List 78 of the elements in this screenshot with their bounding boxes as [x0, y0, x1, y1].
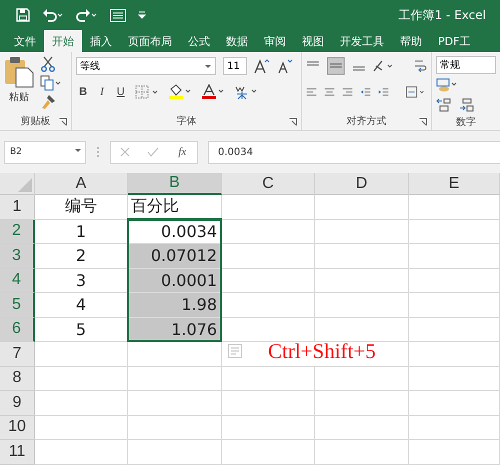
decrease-font-icon[interactable] [277, 58, 294, 74]
decrease-indent-icon[interactable] [360, 86, 372, 98]
table-cell: 0.0034 [128, 220, 222, 244]
dialog-launcher-icon[interactable] [419, 118, 427, 126]
name-box[interactable]: B2 [4, 140, 86, 164]
row-header[interactable]: 11 [0, 440, 35, 464]
align-right-icon[interactable] [342, 86, 354, 98]
insert-function-button[interactable]: fx [176, 146, 188, 158]
table-cell: 0.07012 [128, 244, 222, 268]
column-header[interactable]: B [128, 173, 222, 195]
ribbon-tab[interactable]: 文件 [6, 30, 44, 52]
align-left-icon[interactable] [306, 86, 318, 98]
italic-button[interactable]: I [97, 86, 107, 98]
align-middle-icon[interactable] [326, 57, 345, 75]
ribbon-tab[interactable]: PDF工 [430, 30, 478, 52]
group-label: 对齐方式 [346, 114, 386, 128]
ribbon-tab[interactable]: 公式 [180, 30, 218, 52]
dialog-launcher-icon[interactable] [59, 118, 68, 126]
row-header[interactable]: 9 [0, 391, 35, 416]
table-cell: 1.98 [128, 293, 222, 318]
format-painter-icon[interactable] [40, 94, 56, 110]
group-label: 数字 [456, 116, 476, 129]
ribbon-tab[interactable]: 审阅 [256, 30, 294, 52]
ribbon-tab[interactable]: 数据 [218, 30, 256, 52]
align-center-icon[interactable] [324, 86, 336, 98]
row-header[interactable]: 10 [0, 416, 35, 440]
group-label: 剪贴板 [20, 114, 51, 128]
undo-icon[interactable] [42, 8, 64, 22]
increase-font-icon[interactable] [254, 58, 270, 74]
row-header[interactable]: 5 [0, 293, 35, 318]
formula-field[interactable]: 0.0034 [208, 140, 500, 164]
customize-icon[interactable] [138, 11, 146, 19]
ribbon-tab[interactable]: 页面布局 [120, 30, 180, 52]
increase-indent-icon[interactable] [378, 86, 390, 98]
paste-button[interactable]: 粘贴 [4, 56, 34, 112]
shortcut-annotation: Ctrl+Shift+5 [268, 338, 376, 364]
column-header[interactable]: C [222, 173, 315, 195]
group-label: 字体 [176, 114, 197, 128]
copy-icon[interactable] [40, 75, 62, 91]
form-icon[interactable] [110, 8, 126, 22]
save-icon[interactable] [16, 8, 30, 22]
scissors-icon[interactable] [40, 56, 56, 72]
column-header[interactable]: D [315, 173, 409, 195]
decimal-icon[interactable] [459, 98, 475, 112]
underline-button[interactable]: U [114, 86, 128, 98]
window-title: 工作簿1 - Excel [398, 6, 486, 24]
row-header[interactable]: 4 [0, 268, 35, 293]
clipboard-icon [4, 56, 34, 88]
row-header[interactable]: 2 [0, 220, 35, 244]
row-header[interactable]: 1 [0, 195, 35, 220]
ribbon-tab[interactable]: 帮助 [392, 30, 430, 52]
more-icon [96, 146, 100, 158]
column-header[interactable]: E [409, 173, 500, 195]
table-cell: 4 [35, 293, 128, 318]
row-header[interactable]: 3 [0, 244, 35, 268]
dialog-launcher-icon[interactable] [289, 118, 297, 126]
redo-icon[interactable] [76, 8, 98, 22]
decimal-icon[interactable] [436, 98, 452, 112]
row-header[interactable]: 7 [0, 342, 35, 366]
table-cell: 5 [35, 318, 128, 342]
row-header[interactable]: 6 [0, 318, 35, 342]
ribbon-tab[interactable]: 视图 [294, 30, 332, 52]
column-header[interactable]: A [35, 173, 128, 195]
row-header[interactable]: 8 [0, 366, 35, 391]
font-size-dropdown[interactable]: 11 [223, 57, 248, 75]
table-cell: 1 [35, 220, 128, 244]
table-cell: 3 [35, 268, 128, 293]
table-cell: 0.0001 [128, 268, 222, 293]
ribbon-tab[interactable]: 插入 [82, 30, 120, 52]
wrap-text-icon[interactable] [413, 58, 427, 74]
bold-button[interactable]: B [76, 86, 90, 98]
check-icon[interactable] [147, 147, 160, 157]
ribbon-tab[interactable]: 开发工具 [332, 30, 392, 52]
ribbon-tab[interactable]: 开始 [44, 30, 82, 52]
number-format-dropdown[interactable]: 常规 [436, 56, 496, 74]
font-name-dropdown[interactable]: 等线 [76, 57, 216, 75]
table-cell: 2 [35, 244, 128, 268]
table-cell: 编号 [35, 195, 128, 220]
